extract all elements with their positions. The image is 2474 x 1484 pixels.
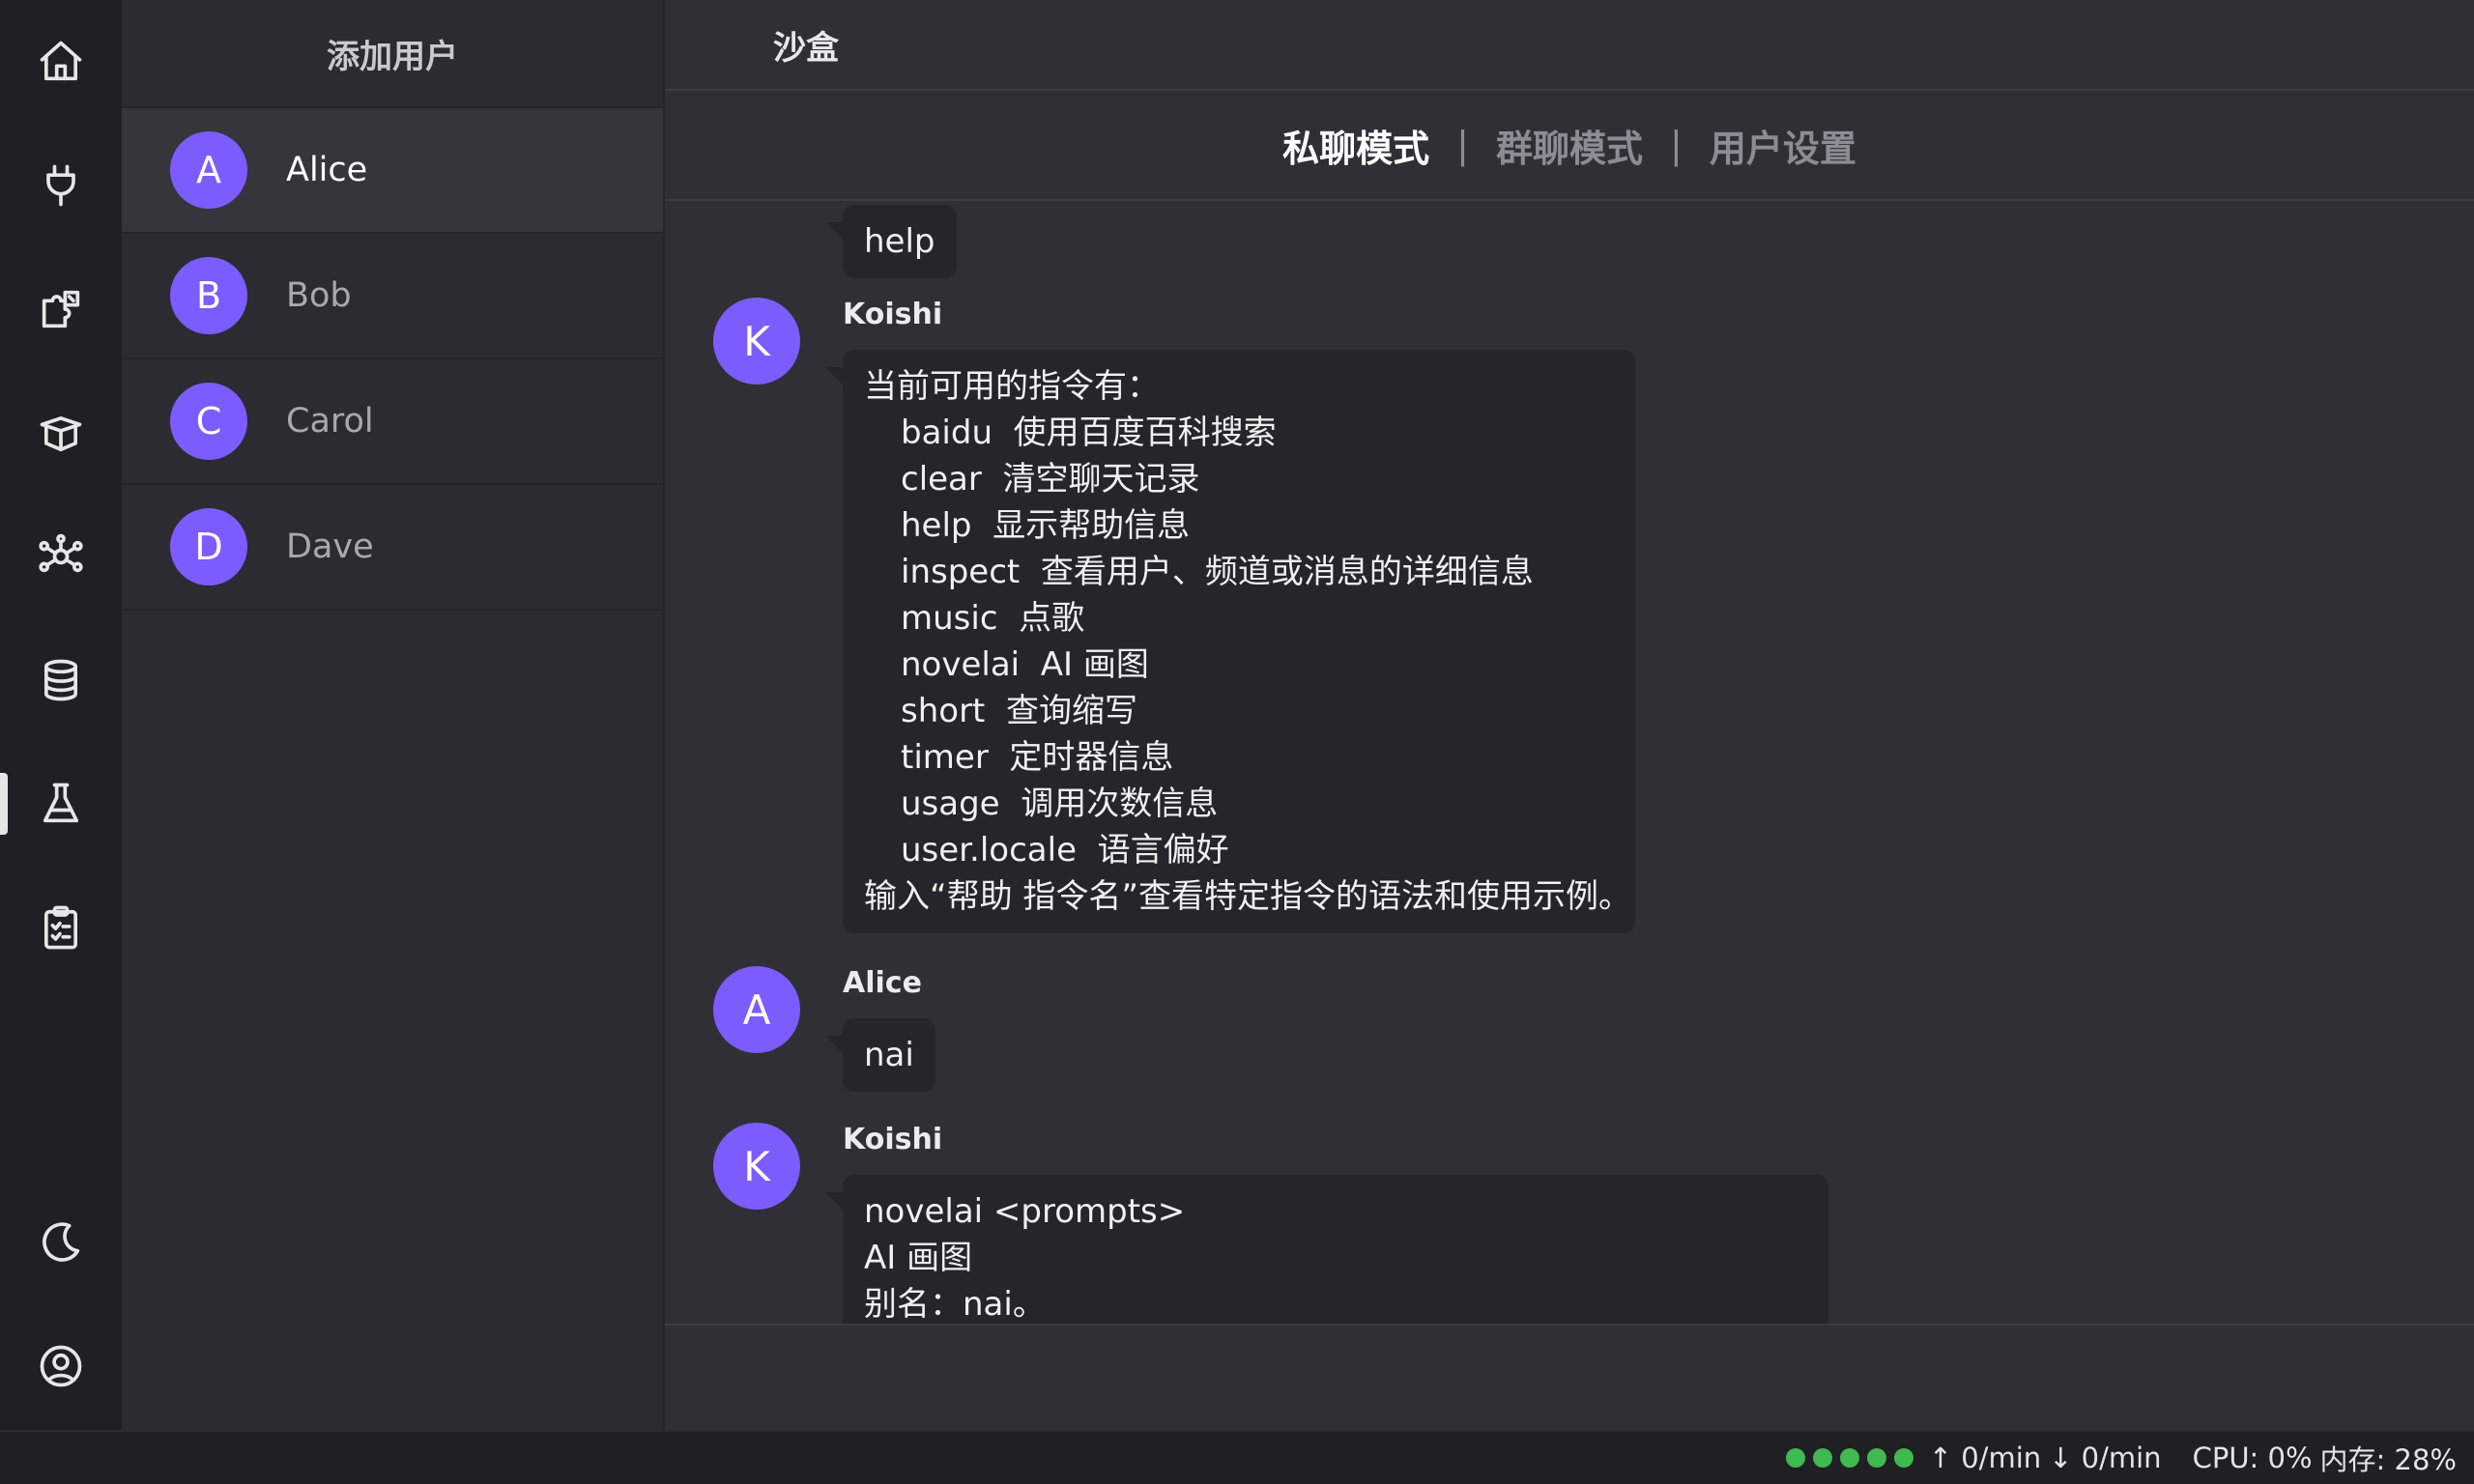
user-item-dave[interactable]: D Dave [122, 485, 663, 611]
status-dot [1839, 1448, 1859, 1468]
network-button[interactable] [0, 508, 122, 605]
command-row: baidu 使用百度百科搜索 [901, 414, 1277, 452]
message-bubble: novelai <prompts> AI 画图 别名：nai。 [825, 1175, 1828, 1324]
message-line: 当前可用的指令有： [864, 367, 1160, 406]
top-bar: 沙盒 [665, 0, 2474, 91]
plug-icon [46, 164, 75, 207]
user-sidebar: 添加用户 A Alice B Bob C Carol D Dave [122, 0, 665, 1430]
command-row: timer 定时器信息 [901, 738, 1174, 777]
activity-bar [0, 0, 122, 1430]
message-bubble: nai [825, 1018, 935, 1092]
command-row: inspect 查看用户、频道或消息的详细信息 [901, 553, 1534, 591]
user-name: Carol [286, 402, 374, 441]
upload-rate: ↑ 0/min [1928, 1441, 2042, 1474]
command-row: short 查询缩写 [901, 692, 1137, 730]
puzzle-icon [42, 290, 80, 328]
command-row: novelai AI 画图 [901, 645, 1149, 684]
memory-usage: 内存: 28% [2319, 1443, 2457, 1476]
user-name: Dave [286, 528, 374, 566]
message-line: AI 画图 [864, 1239, 973, 1277]
message-input-area[interactable] [665, 1324, 2474, 1430]
message-sender: Koishi [843, 1123, 943, 1156]
status-dot [1866, 1448, 1886, 1468]
user-item-alice[interactable]: A Alice [122, 108, 663, 234]
avatar: B [170, 257, 247, 334]
command-row: music 点歌 [901, 599, 1085, 638]
database-button[interactable] [0, 632, 122, 728]
sandbox-button[interactable] [0, 756, 122, 852]
user-item-bob[interactable]: B Bob [122, 234, 663, 359]
command-row: help 显示帮助信息 [901, 506, 1191, 545]
database-icon [43, 659, 78, 701]
sandbox-main: 沙盒 私聊模式 | 群聊模式 | 用户设置 help K Koishi 当前可用… [665, 0, 2474, 1430]
moon-icon [43, 1222, 80, 1262]
avatar: C [170, 383, 247, 460]
tab-separator: | [1670, 124, 1683, 166]
cpu-usage: CPU: 0% [2192, 1441, 2313, 1474]
avatar: K [713, 298, 800, 385]
avatar: A [170, 131, 247, 209]
message-bubble: help [825, 205, 957, 278]
download-rate: ↓ 0/min [2049, 1441, 2162, 1474]
command-row: usage 调用次数信息 [901, 785, 1219, 823]
tab-user-settings[interactable]: 用户设置 [1710, 119, 1856, 172]
avatar: D [170, 508, 247, 585]
tab-separator: | [1456, 124, 1469, 166]
avatar: A [713, 966, 800, 1053]
theme-toggle-button[interactable] [0, 1194, 122, 1291]
command-row: user.locale 语言偏好 [901, 831, 1229, 870]
flask-icon [43, 783, 79, 823]
user-name: Alice [286, 151, 368, 189]
status-dot [1893, 1448, 1913, 1468]
avatar: K [713, 1123, 800, 1210]
user-item-carol[interactable]: C Carol [122, 359, 663, 485]
home-icon [40, 41, 82, 81]
logs-button[interactable] [0, 879, 122, 976]
status-bar: ↑ 0/min ↓ 0/min CPU: 0% 内存: 28% [0, 1430, 2474, 1484]
status-dot [1812, 1448, 1832, 1468]
user-name: Bob [286, 276, 352, 315]
tab-private-chat[interactable]: 私聊模式 [1282, 119, 1429, 172]
account-button[interactable] [0, 1318, 122, 1414]
command-row: clear 清空聊天记录 [901, 460, 1200, 499]
page-title: 沙盒 [773, 28, 839, 68]
status-dot [1785, 1448, 1805, 1468]
mode-tabs: 私聊模式 | 群聊模式 | 用户设置 [665, 91, 2474, 201]
packages-button[interactable] [0, 385, 122, 481]
tab-group-chat[interactable]: 群聊模式 [1496, 119, 1643, 172]
plugins-button[interactable] [0, 137, 122, 234]
message-sender: Koishi [843, 298, 943, 331]
message-bubble: 当前可用的指令有： baidu 使用百度百科搜索 clear 清空聊天记录 help… [825, 350, 1635, 933]
add-user-button[interactable]: 添加用户 [122, 0, 663, 108]
box-icon [40, 415, 82, 452]
message-line: 输入“帮助 指令名”查看特定指令的语法和使用示例。 [864, 877, 1632, 916]
message-line: 别名：nai。 [864, 1285, 1046, 1324]
message-line: novelai <prompts> [864, 1192, 1186, 1231]
network-icon [39, 533, 83, 573]
clipboard-icon [43, 905, 78, 950]
user-circle-icon [40, 1345, 82, 1387]
home-button[interactable] [0, 14, 122, 110]
market-button[interactable] [0, 261, 122, 357]
chat-messages: help K Koishi 当前可用的指令有： baidu 使用百度百科搜索 cl… [665, 203, 2474, 1324]
message-sender: Alice [843, 966, 922, 1000]
